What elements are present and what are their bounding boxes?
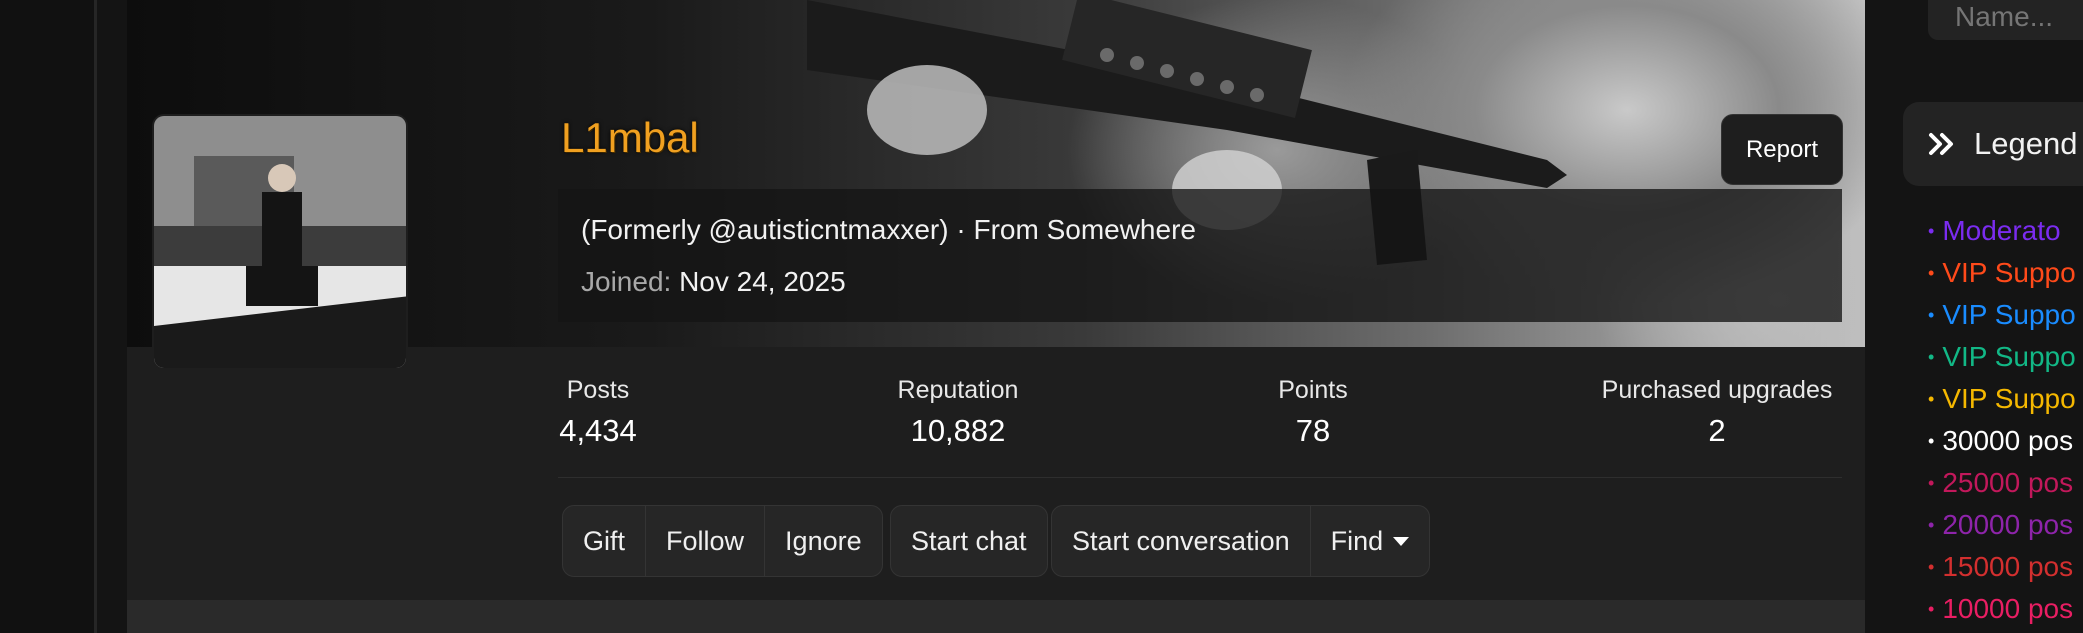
legend-item-label: VIP Suppo [1942, 383, 2076, 414]
legend-dot-icon: • [1928, 388, 1935, 409]
username[interactable]: L1mbal [561, 114, 699, 162]
find-dropdown-button[interactable]: Find [1309, 506, 1430, 576]
legend-title: Legend [1974, 126, 2078, 161]
legend-dot-icon: • [1928, 514, 1935, 535]
report-button[interactable]: Report [1721, 114, 1843, 185]
stat-label: Points [1278, 376, 1348, 404]
legend-item: • VIP Suppo [1928, 336, 2076, 378]
legend-list: • Moderato • VIP Suppo • VIP Suppo • VIP Suppo •… [1928, 210, 2076, 630]
start-conversation-button[interactable]: Start conversation [1052, 506, 1310, 576]
stat-value: 2 [1708, 413, 1726, 448]
legend-dot-icon: • [1928, 598, 1935, 619]
caret-down-icon [1393, 536, 1410, 546]
legend-item: • 25000 pos [1928, 462, 2076, 504]
name-search-input[interactable] [1928, 0, 2083, 40]
legend-item: • VIP Suppo [1928, 378, 2076, 420]
legend-item-label: VIP Suppo [1942, 257, 2076, 288]
profile-stats: Posts 4,434 Reputation 10,882 Points 78 … [558, 376, 1842, 476]
avatar-image [154, 116, 406, 368]
legend-item: • 10000 pos [1928, 588, 2076, 630]
joined-label: Joined: [581, 266, 672, 297]
legend-dot-icon: • [1928, 304, 1935, 325]
stat-points[interactable]: Points 78 [1263, 376, 1363, 449]
legend-dot-icon: • [1928, 556, 1935, 577]
chat-actions-group: Start chat [890, 505, 1048, 577]
legend-item: • VIP Suppo [1928, 252, 2076, 294]
stat-value: 10,882 [910, 413, 1006, 448]
legend-item: • VIP Suppo [1928, 294, 2076, 336]
legend-dot-icon: • [1928, 262, 1935, 283]
legend-item: • 15000 pos [1928, 546, 2076, 588]
ignore-button[interactable]: Ignore [764, 506, 882, 576]
legend-item-label: 20000 pos [1942, 509, 2074, 540]
gutter-edge [94, 0, 97, 633]
legend-item-label: Moderato [1942, 215, 2061, 246]
legend-item-label: 10000 pos [1942, 593, 2074, 624]
legend-header[interactable]: Legend [1903, 102, 2083, 186]
profile-tabs-bar [127, 600, 1865, 633]
legend-dot-icon: • [1928, 472, 1935, 493]
conversation-actions-group: Start conversation Find [1051, 505, 1431, 577]
stat-reputation[interactable]: Reputation 10,882 [888, 376, 1028, 449]
legend-dot-icon: • [1928, 220, 1935, 241]
stat-value: 4,434 [559, 413, 637, 448]
joined-date: Nov 24, 2025 [679, 266, 846, 297]
stat-value: 78 [1295, 413, 1331, 448]
legend-item-label: VIP Suppo [1942, 341, 2076, 372]
legend-item-label: VIP Suppo [1942, 299, 2076, 330]
find-label: Find [1330, 525, 1384, 556]
follow-button[interactable]: Follow [645, 506, 764, 576]
gift-button[interactable]: Gift [563, 506, 645, 576]
legend-dot-icon: • [1928, 430, 1935, 451]
start-chat-button[interactable]: Start chat [891, 506, 1047, 576]
member-actions-group: Gift Follow Ignore [562, 505, 883, 577]
formerly-location-line: (Formerly @autisticntmaxxer) · From Some… [581, 214, 1196, 245]
stat-label: Posts [566, 376, 630, 404]
stat-purchased-upgrades[interactable]: Purchased upgrades 2 [1592, 376, 1842, 449]
stats-divider [558, 477, 1842, 478]
left-gutter [0, 0, 97, 633]
double-chevron-right-icon [1929, 133, 1953, 155]
stat-posts[interactable]: Posts 4,434 [558, 376, 638, 449]
sidebar: Legend • Moderato • VIP Suppo • VIP Suppo • VIP… [1903, 0, 2083, 633]
legend-item-label: 30000 pos [1942, 425, 2074, 456]
profile-card: L1mbal Report (Formerly @autisticntmaxxe… [127, 0, 1865, 633]
legend-item-label: 15000 pos [1942, 551, 2074, 582]
legend-item: • Moderato [1928, 210, 2076, 252]
stat-label: Purchased upgrades [1601, 376, 1833, 404]
joined-line: Joined: Nov 24, 2025 [581, 266, 846, 298]
avatar[interactable] [152, 114, 408, 370]
banner-info-overlay [558, 189, 1842, 322]
legend-item: • 20000 pos [1928, 504, 2076, 546]
stat-label: Reputation [897, 376, 1019, 404]
legend-item: • 30000 pos [1928, 420, 2076, 462]
legend-item-label: 25000 pos [1942, 467, 2074, 498]
legend-dot-icon: • [1928, 346, 1935, 367]
